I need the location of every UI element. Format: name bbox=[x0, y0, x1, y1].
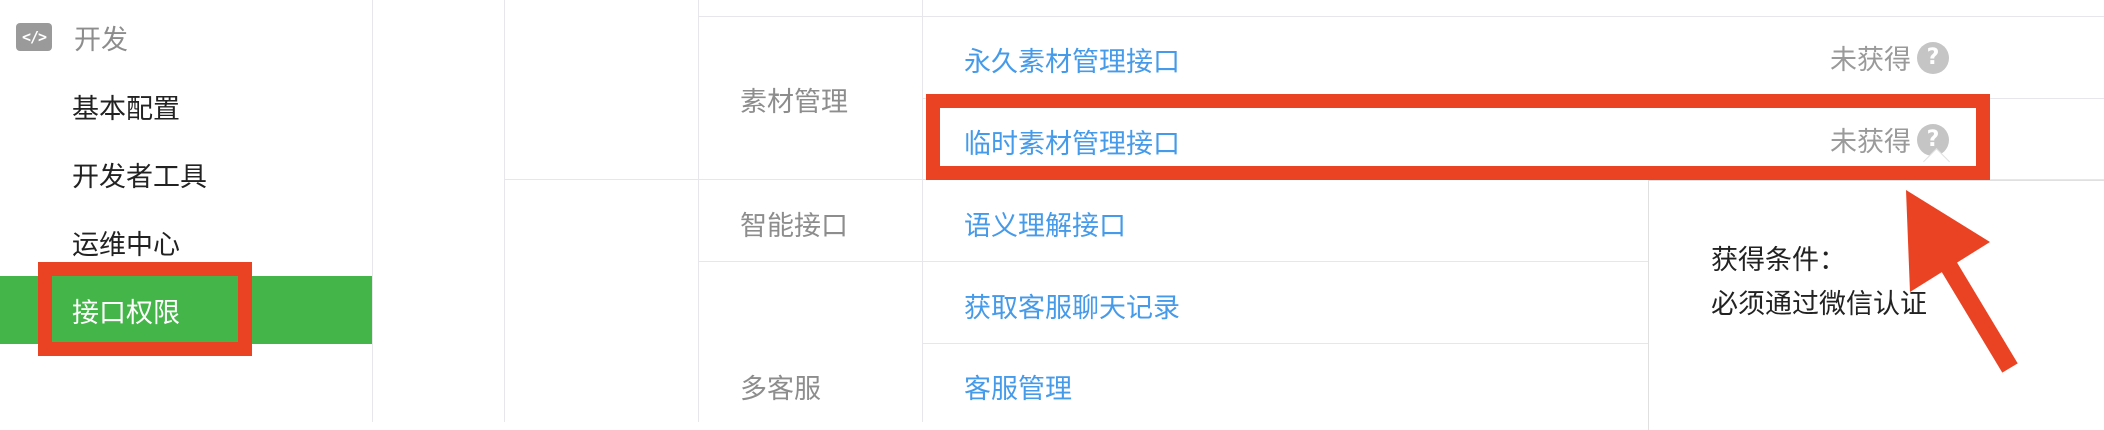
sidebar-item-label: 基本配置 bbox=[72, 93, 180, 125]
status-label: 未获得 bbox=[1830, 45, 1911, 76]
category-smart: 智能接口 bbox=[740, 211, 848, 242]
category-material: 素材管理 bbox=[740, 87, 848, 118]
sidebar-item-label: 开发者工具 bbox=[72, 161, 207, 193]
code-icon: </> bbox=[16, 23, 52, 51]
tooltip-line1: 获得条件： bbox=[1711, 245, 1846, 276]
link-kf-management-api[interactable]: 客服管理 bbox=[964, 367, 1072, 406]
status-permanent-material: 未获得 ? bbox=[1830, 38, 1949, 77]
row-divider bbox=[698, 261, 1648, 262]
link-permanent-material-api[interactable]: 永久素材管理接口 bbox=[964, 40, 1180, 79]
table-divider bbox=[922, 0, 923, 422]
row-highlight-box bbox=[926, 94, 1990, 180]
sidebar: </> 开发 基本配置 开发者工具 运维中心 接口权限 bbox=[0, 0, 373, 422]
sidebar-item-label: 运维中心 bbox=[72, 229, 180, 261]
category-customer-service: 多客服 bbox=[740, 374, 821, 405]
help-icon[interactable]: ? bbox=[1917, 41, 1949, 74]
sidebar-item-basic-config[interactable]: 基本配置 bbox=[0, 72, 372, 140]
link-semantic-api[interactable]: 语义理解接口 bbox=[964, 204, 1126, 243]
link-chat-records-api[interactable]: 获取客服聊天记录 bbox=[964, 286, 1180, 325]
tooltip-popup: 获得条件： 必须通过微信认证 bbox=[1648, 180, 2104, 430]
sidebar-section-dev: </> 开发 bbox=[16, 17, 128, 57]
table-divider bbox=[698, 0, 699, 422]
table-divider bbox=[504, 0, 505, 422]
sidebar-section-label: 开发 bbox=[74, 24, 128, 56]
red-arrow-icon bbox=[1906, 190, 2018, 373]
row-divider bbox=[698, 16, 2104, 17]
sidebar-item-dev-tools[interactable]: 开发者工具 bbox=[0, 140, 372, 208]
sidebar-highlight-box bbox=[38, 262, 252, 356]
row-divider bbox=[922, 343, 1648, 344]
